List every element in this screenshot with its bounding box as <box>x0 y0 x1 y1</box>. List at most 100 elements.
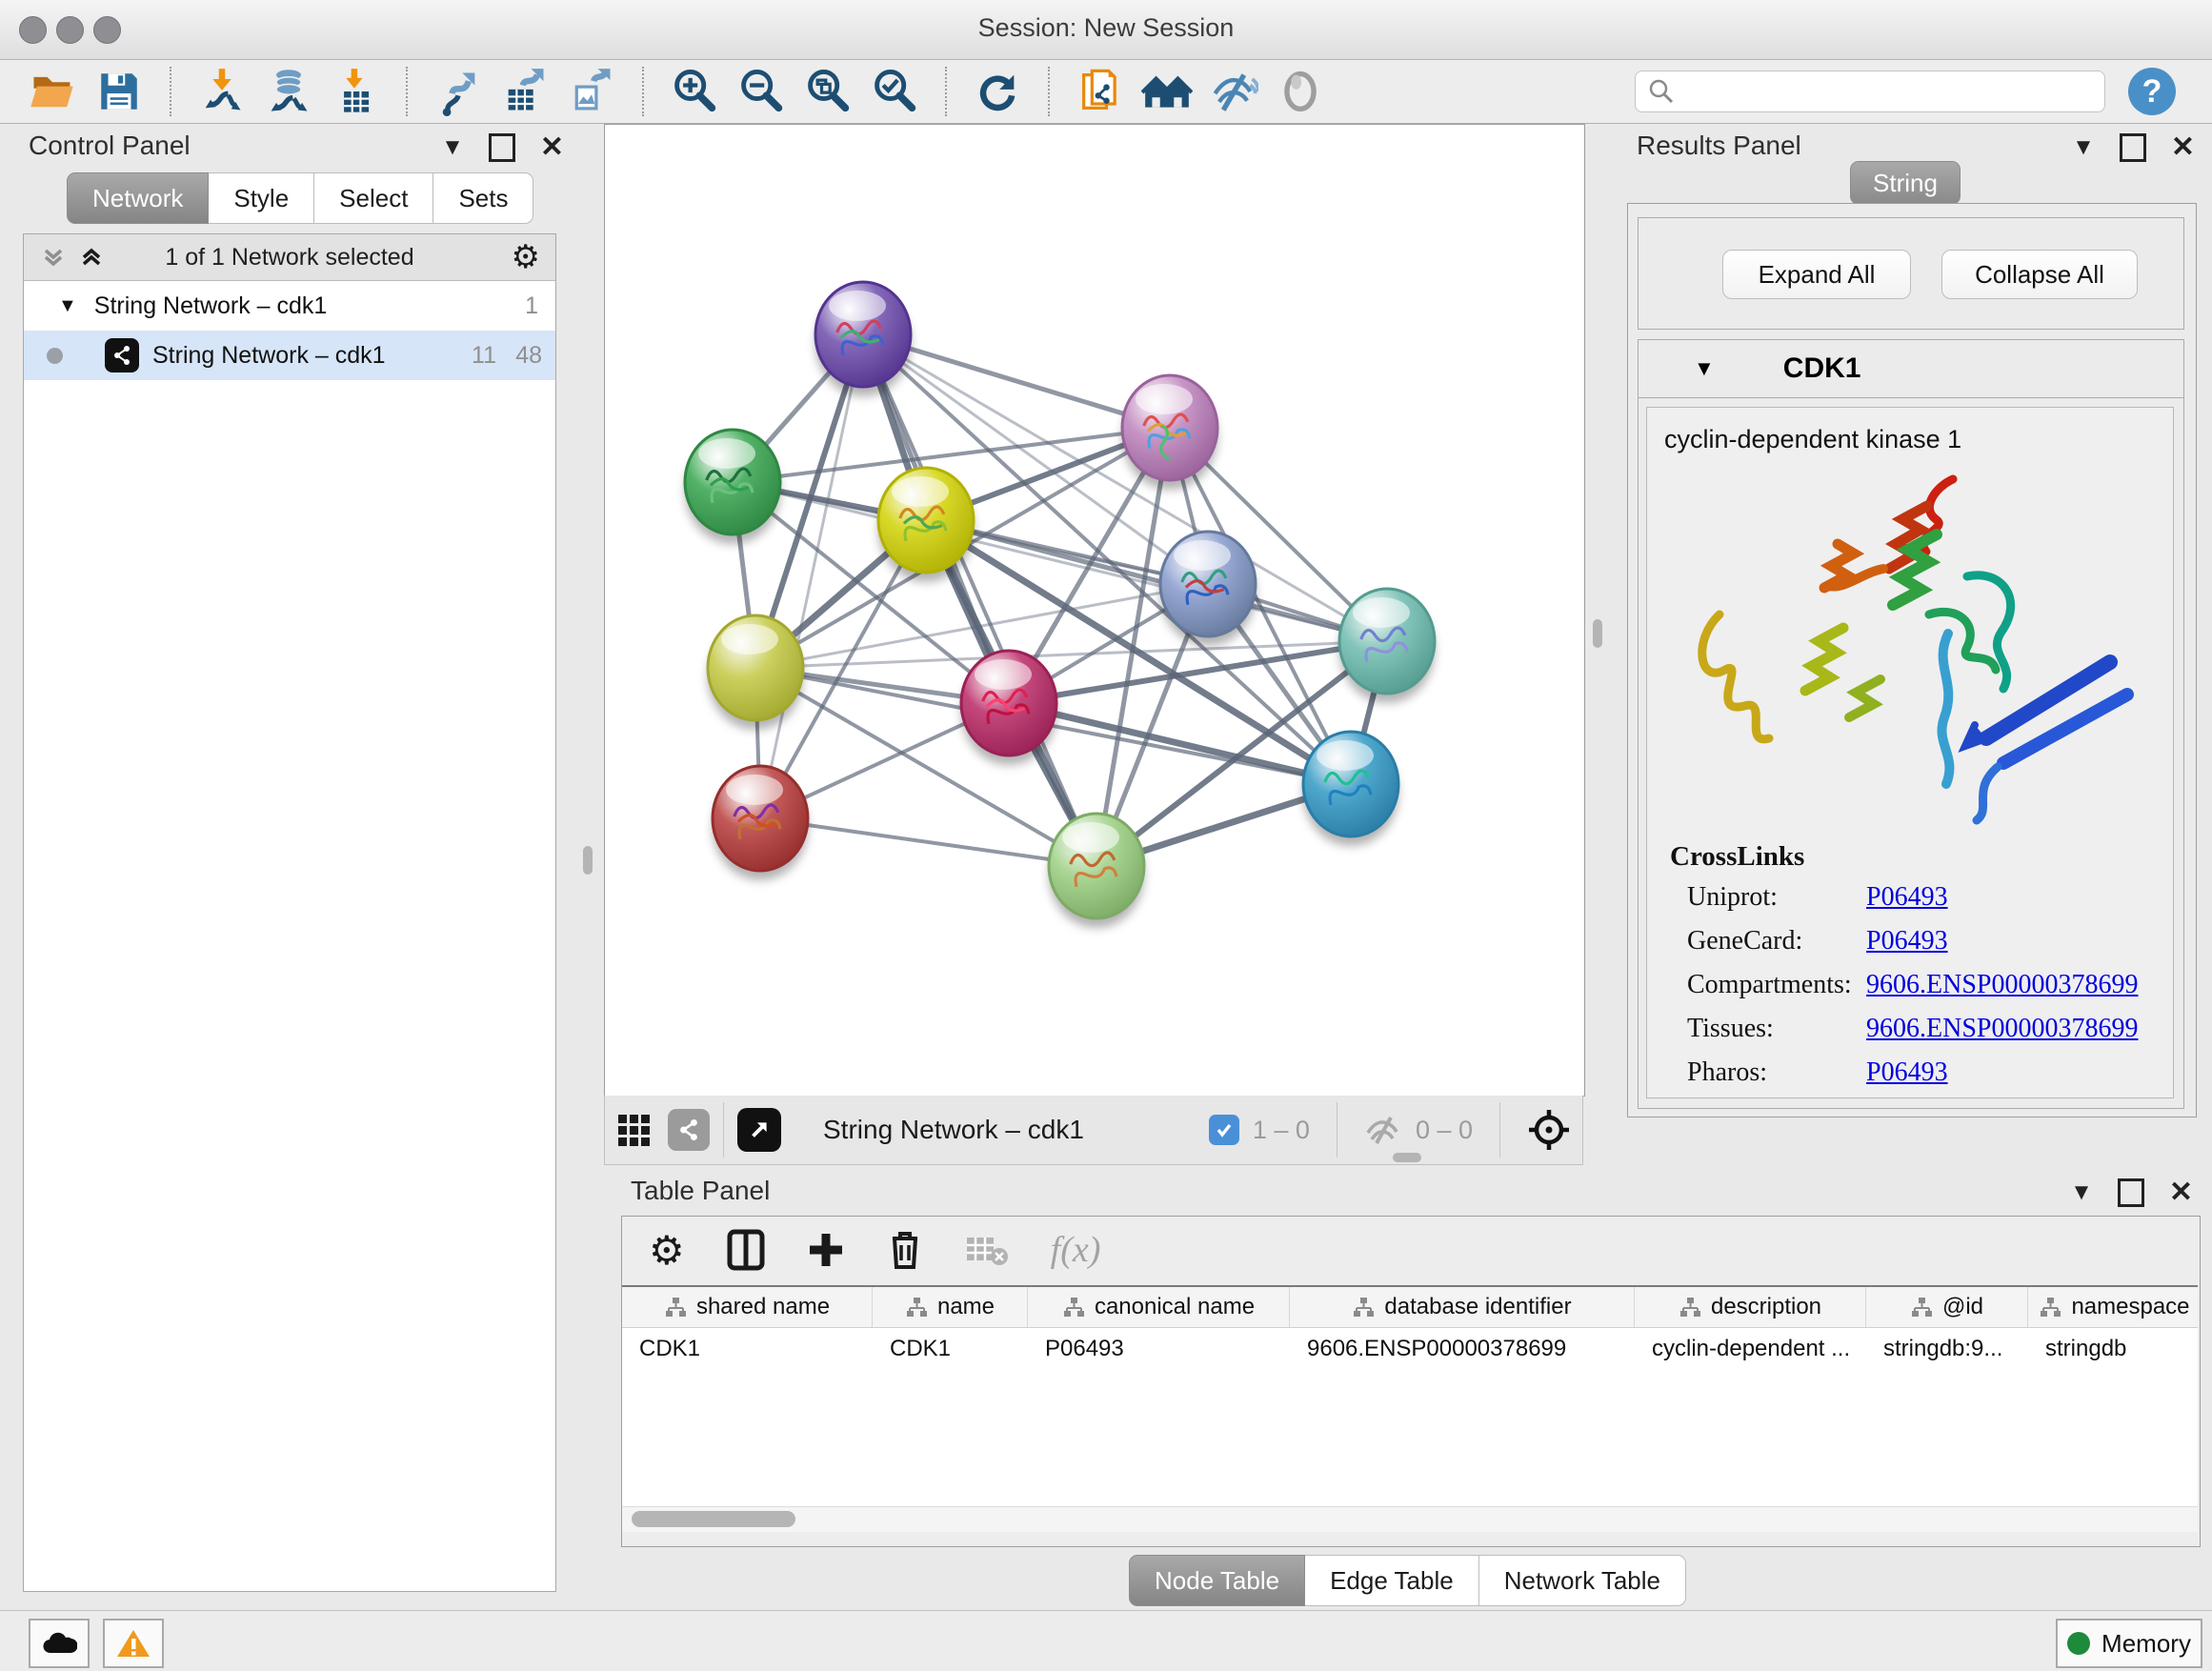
save-session-button[interactable] <box>90 63 149 120</box>
tab-sets[interactable]: Sets <box>433 172 533 224</box>
network-graph[interactable]: CCNB2CCNA1CDC25BCDK1CDC6RB1CCNB1CCNA2CDK… <box>605 125 1584 1096</box>
fit-content-crosshair-icon[interactable] <box>1527 1108 1571 1152</box>
tab-network[interactable]: Network <box>67 172 209 224</box>
show-columns-icon[interactable] <box>727 1229 765 1271</box>
first-neighbors-button[interactable] <box>1137 63 1196 120</box>
column-header-database-identifier[interactable]: database identifier <box>1290 1287 1635 1327</box>
column-header-canonical-name[interactable]: canonical name <box>1028 1287 1290 1327</box>
crosslink-link[interactable]: P06493 <box>1866 926 1948 956</box>
delete-table-icon[interactable] <box>965 1232 1009 1268</box>
right-splitter-grip[interactable] <box>1593 619 1602 648</box>
node-CCNB1[interactable] <box>708 615 803 730</box>
cell[interactable]: stringdb:9... <box>1866 1328 2028 1370</box>
birdseye-view-icon[interactable] <box>737 1108 781 1152</box>
close-panel-icon[interactable]: ✕ <box>540 131 564 164</box>
scrollbar-thumb[interactable] <box>632 1511 795 1527</box>
export-image-button[interactable] <box>562 63 621 120</box>
node-CDK1[interactable] <box>878 468 974 582</box>
node-CCNA1[interactable] <box>1122 375 1217 490</box>
edge-CCNB2-CCNE1[interactable] <box>863 334 1096 866</box>
crosslink-link[interactable]: P06493 <box>1866 1057 1948 1088</box>
node-CDKN1A[interactable] <box>1303 732 1398 846</box>
cell[interactable]: CDK1 <box>873 1328 1028 1370</box>
crosslink-link[interactable]: P06493 <box>1866 882 1948 913</box>
tab-network-table[interactable]: Network Table <box>1479 1555 1686 1606</box>
export-network-button[interactable] <box>429 63 488 120</box>
open-session-button[interactable] <box>23 63 82 120</box>
zoom-out-button[interactable] <box>732 63 791 120</box>
edge-HIST1H1A-CCNE1[interactable] <box>760 818 1096 866</box>
network-view-canvas[interactable]: CCNB2CCNA1CDC25BCDK1CDC6RB1CCNB1CCNA2CDK… <box>604 124 1585 1097</box>
zoom-fit-button[interactable] <box>798 63 857 120</box>
panel-menu-icon[interactable]: ▼ <box>2072 134 2095 161</box>
network-options-gear-icon[interactable]: ⚙ <box>512 238 540 276</box>
import-network-file-button[interactable] <box>192 63 251 120</box>
collapse-all-button[interactable]: Collapse All <box>1941 250 2138 299</box>
network-share-view-icon[interactable] <box>668 1109 710 1151</box>
close-panel-icon[interactable]: ✕ <box>2171 131 2195 164</box>
node-CCNA2[interactable] <box>961 651 1056 765</box>
string-import-button[interactable] <box>1071 63 1130 120</box>
cell[interactable]: 9606.ENSP00000378699 <box>1290 1328 1635 1370</box>
tab-node-table[interactable]: Node Table <box>1129 1555 1305 1606</box>
close-panel-icon[interactable]: ✕ <box>2169 1176 2193 1209</box>
table-options-gear-icon[interactable]: ⚙ <box>649 1227 685 1274</box>
expand-all-button[interactable]: Expand All <box>1722 250 1911 299</box>
table-horizontal-scrollbar[interactable] <box>622 1506 2198 1532</box>
import-network-database-button[interactable] <box>259 63 318 120</box>
panel-menu-icon[interactable]: ▼ <box>441 134 464 161</box>
selected-checkbox-icon[interactable] <box>1209 1115 1239 1145</box>
zoom-selected-button[interactable] <box>865 63 924 120</box>
column-header-name[interactable]: name <box>873 1287 1028 1327</box>
search-field[interactable] <box>1635 70 2105 112</box>
cell[interactable]: P06493 <box>1028 1328 1290 1370</box>
cell[interactable]: CDK1 <box>622 1328 873 1370</box>
node-CDC6[interactable] <box>1160 532 1256 646</box>
network-row[interactable]: String Network – cdk1 11 48 <box>24 331 555 380</box>
crosslink-row: Compartments:9606.ENSP00000378699 <box>1647 970 2173 1014</box>
section-collapse-icon[interactable]: ▼ <box>1694 356 1715 381</box>
bottom-splitter-grip[interactable] <box>1393 1153 1421 1162</box>
crosslink-link[interactable]: 9606.ENSP00000378699 <box>1866 1014 2138 1044</box>
memory-button[interactable]: Memory <box>2056 1619 2202 1668</box>
left-splitter-grip[interactable] <box>583 846 593 875</box>
node-CCNB2[interactable] <box>815 282 911 396</box>
import-table-file-button[interactable] <box>326 63 385 120</box>
collection-expand-icon[interactable]: ▼ <box>58 295 77 317</box>
node-HIST1H1A[interactable] <box>713 766 808 880</box>
crosslink-link[interactable]: 9606.ENSP00000378699 <box>1866 970 2138 1000</box>
table-row[interactable]: CDK1CDK1P064939606.ENSP00000378699cyclin… <box>622 1328 2198 1370</box>
hidden-eye-icon[interactable] <box>1364 1114 1402 1146</box>
warning-status-button[interactable] <box>103 1619 164 1668</box>
panel-menu-icon[interactable]: ▼ <box>2070 1179 2093 1206</box>
tab-style[interactable]: Style <box>209 172 314 224</box>
zoom-in-button[interactable] <box>665 63 724 120</box>
float-panel-icon[interactable] <box>2118 1178 2144 1207</box>
column-header-namespace[interactable]: namespace <box>2028 1287 2198 1327</box>
help-button[interactable]: ? <box>2128 68 2176 115</box>
column-header-shared-name[interactable]: shared name <box>622 1287 873 1327</box>
search-input[interactable] <box>1676 77 2080 106</box>
hide-selected-button[interactable] <box>1204 63 1263 120</box>
export-table-button[interactable] <box>495 63 554 120</box>
refresh-button[interactable] <box>968 63 1027 120</box>
node-CCNE1[interactable] <box>1049 814 1144 928</box>
tab-select[interactable]: Select <box>314 172 433 224</box>
function-builder-icon[interactable]: f(x) <box>1051 1229 1101 1271</box>
cell[interactable]: stringdb <box>2028 1328 2198 1370</box>
column-header-description[interactable]: description <box>1635 1287 1866 1327</box>
column-header--id[interactable]: @id <box>1866 1287 2028 1327</box>
node-RB1[interactable] <box>1339 589 1435 703</box>
cloud-status-button[interactable] <box>29 1619 90 1668</box>
node-CDC25B[interactable] <box>685 430 780 544</box>
grid-view-icon[interactable] <box>616 1111 654 1149</box>
cell[interactable]: cyclin-dependent ... <box>1635 1328 1866 1370</box>
float-panel-icon[interactable] <box>2120 133 2146 162</box>
add-column-icon[interactable] <box>807 1231 845 1269</box>
results-tab-string[interactable]: String <box>1850 161 1961 205</box>
show-all-button[interactable] <box>1271 63 1330 120</box>
network-collection-row[interactable]: ▼ String Network – cdk1 1 <box>24 281 555 331</box>
delete-column-icon[interactable] <box>887 1229 923 1271</box>
float-panel-icon[interactable] <box>489 133 515 162</box>
tab-edge-table[interactable]: Edge Table <box>1305 1555 1479 1606</box>
